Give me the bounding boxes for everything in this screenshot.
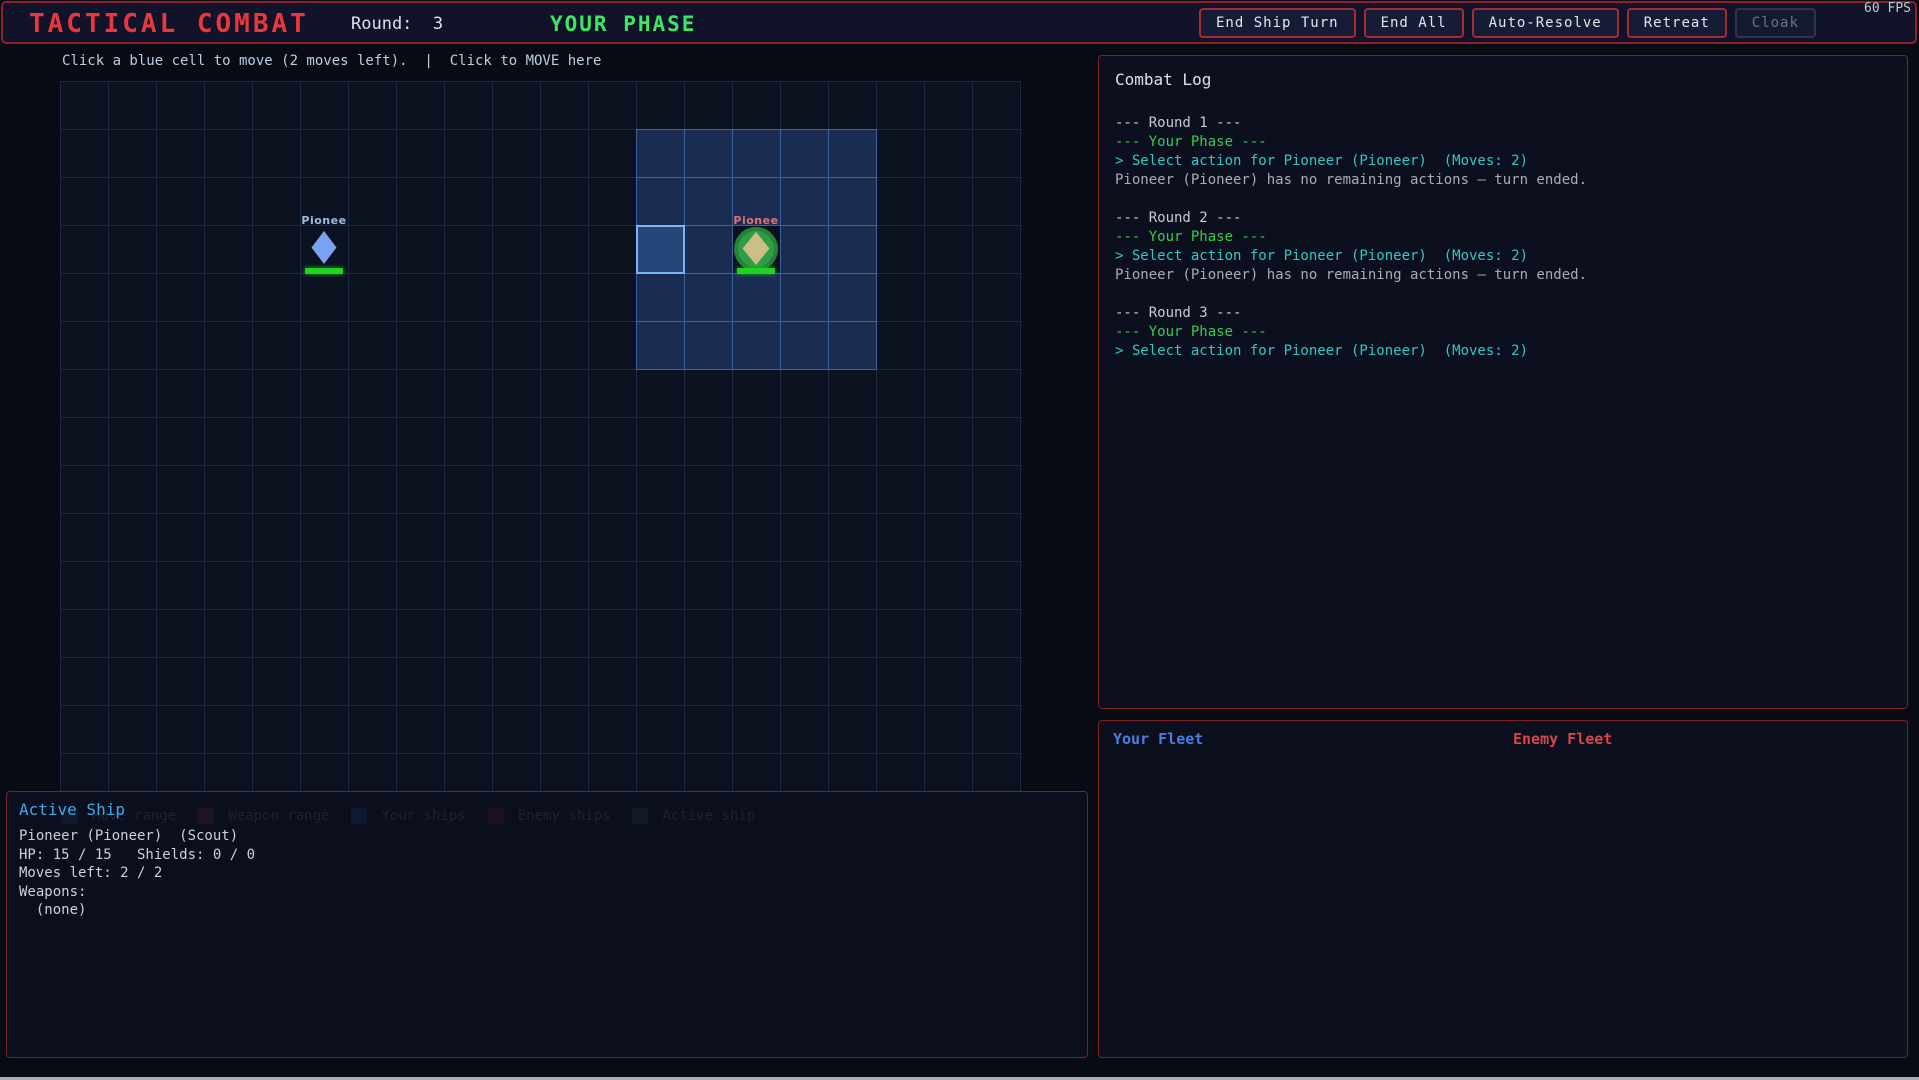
active-ship-title: Active Ship xyxy=(19,800,1075,819)
ship-diamond-icon xyxy=(312,231,337,264)
active-ship-hp: HP: 15 / 15 Shields: 0 / 0 xyxy=(19,846,1075,865)
log-line: > Select action for Pioneer (Pioneer) (M… xyxy=(1115,247,1891,266)
top-bar: TACTICAL COMBAT Round: 3 YOUR PHASE End … xyxy=(1,1,1917,44)
active-ship-moves: Moves left: 2 / 2 xyxy=(19,864,1075,883)
active-selection-ring xyxy=(734,227,778,271)
battle-grid[interactable]: Pionee Pionee xyxy=(60,81,1021,802)
auto-resolve-button[interactable]: Auto-Resolve xyxy=(1472,8,1619,38)
active-ship-panel: Active Ship Pioneer (Pioneer) (Scout) HP… xyxy=(6,791,1088,1058)
ship-hp-bar xyxy=(305,268,343,274)
combat-log-title: Combat Log xyxy=(1115,70,1891,89)
log-line: Pioneer (Pioneer) has no remaining actio… xyxy=(1115,171,1891,190)
retreat-button[interactable]: Retreat xyxy=(1627,8,1727,38)
log-line: --- Your Phase --- xyxy=(1115,133,1891,152)
move-hint-text: Click a blue cell to move (2 moves left)… xyxy=(62,53,601,69)
fleet-panel: Your Fleet Enemy Fleet xyxy=(1098,720,1908,1058)
combat-log-panel: Combat Log --- Round 1 --- --- Your Phas… xyxy=(1098,55,1908,709)
game-title: TACTICAL COMBAT xyxy=(29,9,309,39)
end-ship-turn-button[interactable]: End Ship Turn xyxy=(1199,8,1356,38)
ship-diamond-icon xyxy=(743,232,770,265)
log-line: --- Round 2 --- xyxy=(1115,209,1891,228)
your-fleet-header: Your Fleet xyxy=(1113,730,1203,748)
active-ship-weapons-value: (none) xyxy=(19,901,1075,920)
cloak-button: Cloak xyxy=(1735,8,1816,38)
end-all-button[interactable]: End All xyxy=(1364,8,1464,38)
log-line: --- Your Phase --- xyxy=(1115,228,1891,247)
enemy-fleet-header: Enemy Fleet xyxy=(1513,730,1612,748)
tactical-combat-screen: TACTICAL COMBAT Round: 3 YOUR PHASE End … xyxy=(0,0,1919,1080)
round-indicator: Round: 3 xyxy=(351,14,443,34)
ship-label: Pionee xyxy=(733,214,778,227)
log-line: > Select action for Pioneer (Pioneer) (M… xyxy=(1115,342,1891,361)
active-ship-name: Pioneer (Pioneer) (Scout) xyxy=(19,827,1075,846)
move-target-cell[interactable] xyxy=(636,225,685,274)
log-line xyxy=(1115,190,1891,209)
fps-counter: 60 FPS xyxy=(1864,1,1911,16)
combat-log-lines: --- Round 1 --- --- Your Phase --- > Sel… xyxy=(1115,114,1891,361)
phase-indicator: YOUR PHASE xyxy=(550,12,696,36)
ship-pioneer[interactable]: Pionee xyxy=(300,225,348,273)
log-line: --- Your Phase --- xyxy=(1115,323,1891,342)
log-line: --- Round 3 --- xyxy=(1115,304,1891,323)
log-line: --- Round 1 --- xyxy=(1115,114,1891,133)
ship-label: Pionee xyxy=(301,214,346,227)
log-line: > Select action for Pioneer (Pioneer) (M… xyxy=(1115,152,1891,171)
active-ship-weapons-label: Weapons: xyxy=(19,883,1075,902)
ship-hp-bar xyxy=(737,268,775,274)
ship-pioneer-active[interactable]: Pionee xyxy=(732,225,780,273)
log-line xyxy=(1115,285,1891,304)
log-line: Pioneer (Pioneer) has no remaining actio… xyxy=(1115,266,1891,285)
topbar-buttons: End Ship Turn End All Auto-Resolve Retre… xyxy=(1199,8,1816,38)
